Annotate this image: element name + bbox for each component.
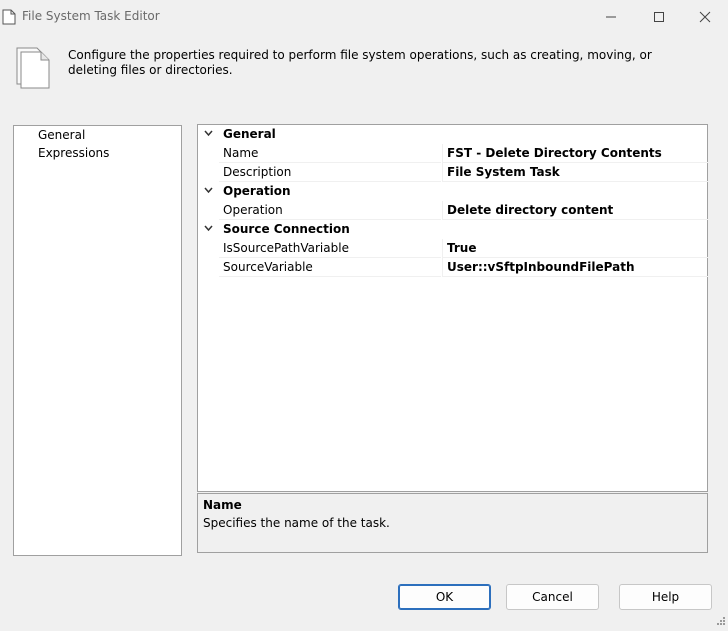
property-value[interactable]: User::vSftpInboundFilePath	[447, 260, 634, 274]
close-button[interactable]	[682, 0, 728, 34]
cancel-button[interactable]: Cancel	[506, 584, 599, 610]
property-description-panel: Name Specifies the name of the task.	[197, 493, 708, 553]
nav-item-expressions[interactable]: Expressions	[38, 145, 109, 161]
property-name: Name	[223, 146, 259, 160]
property-name: Description	[223, 165, 292, 179]
document-icon	[2, 9, 16, 28]
description-body: Specifies the name of the task.	[203, 516, 390, 530]
category-label: General	[223, 127, 276, 141]
minimize-button[interactable]	[588, 0, 634, 34]
nav-panel: General Expressions	[13, 125, 182, 556]
category-general[interactable]: General	[198, 125, 707, 144]
maximize-icon	[654, 12, 664, 22]
property-value[interactable]: File System Task	[447, 165, 560, 179]
property-row-issourcepathvariable[interactable]: IsSourcePathVariable True	[198, 239, 708, 258]
property-value[interactable]: True	[447, 241, 476, 255]
close-icon	[699, 11, 711, 23]
chevron-down-icon	[204, 187, 213, 194]
property-name: Operation	[223, 203, 283, 217]
category-operation[interactable]: Operation	[198, 182, 707, 201]
property-name: IsSourcePathVariable	[223, 241, 349, 255]
description-title: Name	[203, 498, 242, 512]
chevron-down-icon	[204, 225, 213, 232]
help-button[interactable]: Help	[619, 584, 712, 610]
document-stack-icon	[15, 46, 51, 93]
window-title: File System Task Editor	[22, 9, 160, 23]
maximize-button[interactable]	[636, 0, 682, 34]
property-row-name[interactable]: Name FST - Delete Directory Contents	[198, 144, 708, 163]
category-label: Source Connection	[223, 222, 350, 236]
property-row-operation[interactable]: Operation Delete directory content	[198, 201, 708, 220]
header-description: Configure the properties required to per…	[68, 48, 652, 77]
property-row-description[interactable]: Description File System Task	[198, 163, 708, 182]
property-value[interactable]: FST - Delete Directory Contents	[447, 146, 662, 160]
minimize-icon	[606, 16, 616, 18]
property-name: SourceVariable	[223, 260, 313, 274]
category-label: Operation	[223, 184, 291, 198]
chevron-down-icon	[204, 130, 213, 137]
resize-grip-icon[interactable]	[716, 615, 726, 629]
property-value[interactable]: Delete directory content	[447, 203, 613, 217]
property-row-sourcevariable[interactable]: SourceVariable User::vSftpInboundFilePat…	[198, 258, 708, 277]
category-source-connection[interactable]: Source Connection	[198, 220, 707, 239]
ok-button[interactable]: OK	[398, 584, 491, 610]
property-grid: General Name FST - Delete Directory Cont…	[197, 124, 708, 492]
title-bar: File System Task Editor	[0, 0, 728, 34]
nav-item-general[interactable]: General	[38, 127, 85, 143]
